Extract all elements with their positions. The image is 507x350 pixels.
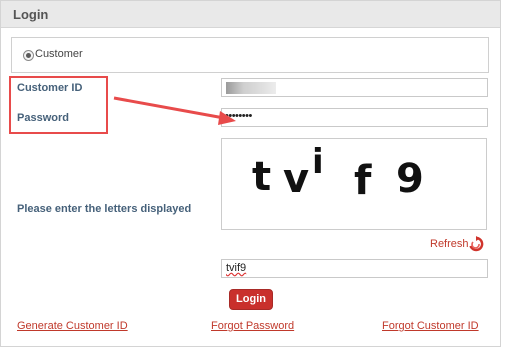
password-input[interactable]: ••••••••	[221, 108, 488, 127]
forgot-customer-id-link[interactable]: Forgot Customer ID	[382, 320, 479, 332]
radio-selected-dot	[26, 53, 31, 58]
captcha-char: i	[312, 142, 324, 182]
customer-id-input[interactable]	[221, 78, 488, 97]
annotation-highlight-box	[9, 76, 108, 134]
captcha-char: t	[252, 154, 272, 200]
refresh-label[interactable]: Refresh	[430, 238, 469, 250]
captcha-char: f	[354, 158, 372, 204]
refresh-icon[interactable]	[468, 236, 484, 252]
captcha-input[interactable]: tvif9	[221, 259, 488, 278]
captcha-char: 9	[396, 156, 424, 202]
password-value: ••••••••	[225, 110, 252, 122]
user-type-selector: Customer	[11, 37, 489, 73]
customer-radio[interactable]	[23, 50, 34, 61]
panel-header: Login	[1, 1, 500, 28]
login-button[interactable]: Login	[229, 289, 273, 310]
captcha-label: Please enter the letters displayed	[17, 203, 192, 215]
forgot-password-link[interactable]: Forgot Password	[211, 320, 294, 332]
captcha-image: t v i f 9	[221, 138, 487, 230]
captcha-input-value: tvif9	[226, 262, 247, 274]
generate-customer-id-link[interactable]: Generate Customer ID	[17, 320, 128, 332]
customer-id-masked-value	[226, 82, 276, 94]
panel-title: Login	[13, 7, 49, 22]
customer-radio-label[interactable]: Customer	[35, 48, 83, 60]
captcha-char: v	[283, 156, 310, 202]
